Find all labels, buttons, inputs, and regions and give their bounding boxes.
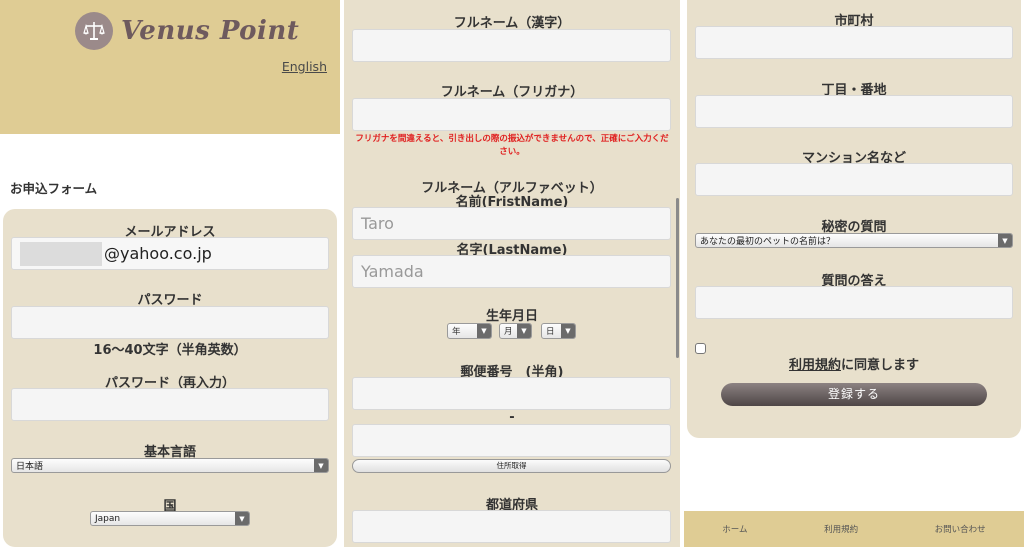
password-hint: 16〜40文字（半角英数） — [93, 343, 247, 358]
first-name-field[interactable]: Taro — [352, 207, 671, 240]
postal-separator: - — [509, 410, 515, 425]
terms-link[interactable]: 利用規約 — [789, 358, 841, 373]
register-button[interactable]: 登録する — [721, 383, 987, 406]
base-language-value: 日本語 — [16, 462, 44, 472]
secret-question-value: あなたの最初のペットの名前は？ — [700, 237, 836, 247]
site-logo[interactable]: Venus Point — [75, 12, 299, 50]
form-card: メールアドレス @yahoo.co.jp パスワード 16〜40文字（半角英数）… — [3, 209, 337, 547]
redacted-block — [20, 241, 102, 266]
birth-year-select[interactable]: 年 ▼ — [447, 323, 492, 339]
secret-question-select[interactable]: あなたの最初のペットの名前は？ ▼ — [695, 233, 1013, 248]
chevron-down-icon: ▼ — [998, 234, 1012, 247]
chevron-down-icon: ▼ — [314, 459, 328, 472]
postal-second-field[interactable] — [352, 424, 671, 457]
scrollbar[interactable] — [676, 198, 679, 358]
chevron-down-icon: ▼ — [517, 324, 531, 338]
site-header: Venus Point English — [0, 0, 340, 134]
english-link[interactable]: English — [282, 59, 327, 74]
last-name-placeholder: Yamada — [361, 262, 424, 281]
chevron-down-icon: ▼ — [235, 512, 249, 525]
footer-terms-link[interactable]: 利用規約 — [824, 523, 858, 535]
password-field[interactable] — [11, 306, 329, 339]
form-heading: お申込フォーム — [10, 181, 98, 196]
birth-month-value: 月 — [504, 327, 513, 337]
birth-day-select[interactable]: 日 ▼ — [541, 323, 576, 339]
terms-agreement: 利用規約に同意します — [684, 354, 1024, 373]
country-value: Japan — [95, 513, 121, 524]
panel-middle: フルネーム（漢字） フルネーム（フリガナ） フリガナを間違えると、引き出しの際の… — [344, 0, 680, 547]
building-field[interactable] — [695, 163, 1013, 196]
footer-contact-link[interactable]: お問い合わせ — [935, 523, 986, 535]
last-name-field[interactable]: Yamada — [352, 255, 671, 288]
base-language-select[interactable]: 日本語 ▼ — [11, 458, 329, 473]
address-lookup-button[interactable]: 住所取得 — [352, 459, 671, 473]
footer-home-link[interactable]: ホーム — [722, 523, 747, 535]
first-name-placeholder: Taro — [361, 214, 394, 233]
secret-answer-field[interactable] — [695, 286, 1013, 319]
terms-suffix: に同意します — [841, 358, 920, 373]
kana-warning: フリガナを間違えると、引き出しの際の振込ができませんので、正確にご入力ください。 — [355, 134, 669, 157]
prefecture-field[interactable] — [352, 510, 671, 543]
terms-checkbox[interactable] — [695, 343, 706, 354]
logo-text: Venus Point — [121, 16, 300, 46]
footer-nav: ホーム 利用規約 お問い合わせ — [684, 511, 1024, 547]
chevron-down-icon: ▼ — [561, 324, 575, 338]
panel-left: Venus Point English お申込フォーム メールアドレス @yah… — [0, 0, 340, 547]
street-field[interactable] — [695, 95, 1013, 128]
chevron-down-icon: ▼ — [477, 324, 491, 338]
scale-icon — [75, 12, 113, 50]
birth-year-value: 年 — [452, 327, 461, 337]
panel-right: 市町村 丁目・番地 マンション名など 秘密の質問 あなたの最初のペットの名前は？… — [684, 0, 1024, 547]
password-confirm-field[interactable] — [11, 388, 329, 421]
country-select[interactable]: Japan ▼ — [90, 511, 250, 526]
fullname-kana-field[interactable] — [352, 98, 671, 131]
fullname-kanji-field[interactable] — [352, 29, 671, 62]
birth-month-select[interactable]: 月 ▼ — [499, 323, 532, 339]
birth-day-value: 日 — [546, 327, 555, 337]
email-value: @yahoo.co.jp — [104, 244, 212, 263]
postal-first-field[interactable] — [352, 377, 671, 410]
email-field[interactable]: @yahoo.co.jp — [11, 237, 329, 270]
birthdate-label: 生年月日 — [485, 309, 538, 324]
city-field[interactable] — [695, 26, 1013, 59]
